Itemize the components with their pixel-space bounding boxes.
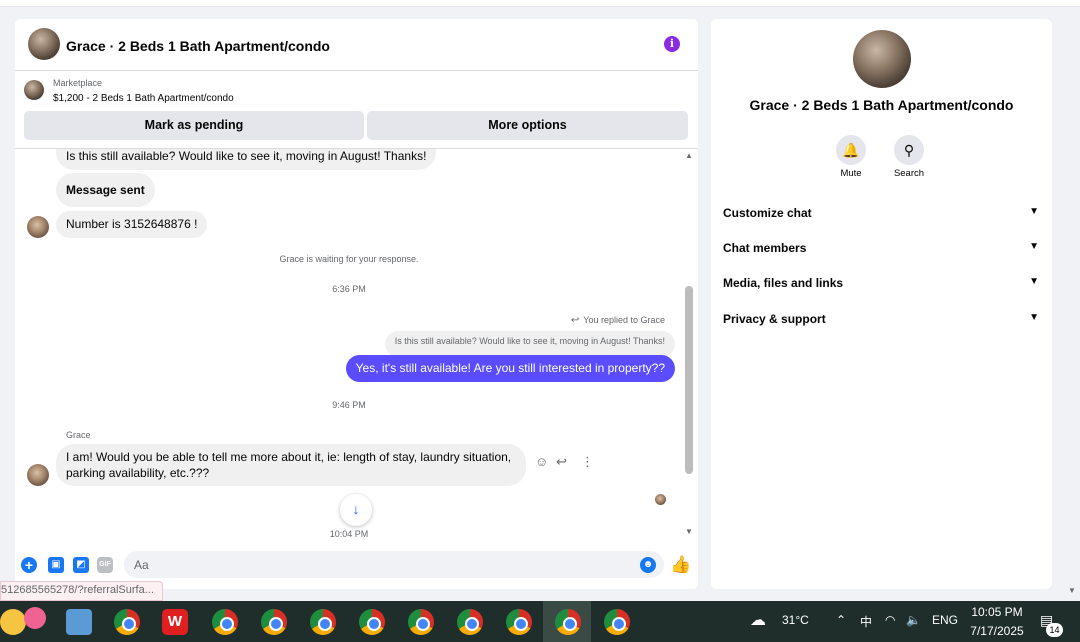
- clock-date: 7/17/2025: [970, 624, 1024, 638]
- notification-badge: 14: [1046, 623, 1063, 637]
- react-icon[interactable]: ☺: [535, 454, 548, 469]
- chat-title[interactable]: Grace · 2 Beds 1 Bath Apartment/condo: [66, 38, 330, 54]
- chrome-icon[interactable]: [408, 609, 434, 635]
- replied-label: ↩ You replied to Grace: [571, 315, 665, 326]
- search-icon[interactable]: ⚲: [894, 135, 924, 165]
- message-input[interactable]: Aa: [124, 551, 664, 578]
- scroll-down-button[interactable]: ↓: [340, 494, 372, 526]
- scroll-up-arrow[interactable]: ▲: [685, 151, 693, 160]
- chevron-up-icon[interactable]: ⌃: [836, 613, 846, 627]
- taskbar: W ☁ 31°C ⌃ 中 ◠ 🔈 ENG: [0, 601, 1080, 642]
- replied-text: You replied to Grace: [583, 315, 665, 325]
- quoted-message[interactable]: Is this still available? Would like to s…: [384, 331, 675, 357]
- chevron-down-icon: ▼: [1029, 312, 1039, 323]
- reply-icon: ↩: [570, 315, 580, 326]
- bell-icon[interactable]: 🔔: [836, 135, 866, 165]
- waiting-status: Grace is waiting for your response.: [279, 254, 419, 264]
- thumbs-up-icon[interactable]: 👍: [670, 555, 691, 575]
- language-indicator[interactable]: ENG: [932, 613, 958, 627]
- mute-label[interactable]: Mute: [821, 168, 881, 179]
- section-label: Media, files and links: [723, 276, 844, 290]
- section-label: Chat members: [723, 241, 807, 255]
- listing-thumbnail[interactable]: [28, 28, 60, 60]
- emoji-icon[interactable]: ☻: [640, 557, 656, 573]
- listing-photo[interactable]: [853, 30, 911, 88]
- timestamp: 9:46 PM: [332, 400, 366, 410]
- chrome-icon[interactable]: [261, 609, 287, 635]
- message-bubble[interactable]: Number is 3152648876 !: [56, 211, 208, 238]
- message-thread[interactable]: Is this still available? Would like to s…: [15, 149, 698, 539]
- marketplace-label: Marketplace: [53, 78, 103, 88]
- more-options-button[interactable]: More options: [367, 111, 688, 140]
- emoji-app-icon[interactable]: [0, 609, 26, 635]
- system-clock[interactable]: 10:05 PM 7/17/2025: [963, 603, 1031, 641]
- chrome-icon[interactable]: [310, 609, 336, 635]
- timestamp: 6:36 PM: [332, 284, 366, 294]
- plus-icon[interactable]: +: [21, 557, 37, 573]
- marketplace-thumbnail[interactable]: [24, 80, 44, 100]
- message-bubble[interactable]: Message sent: [56, 173, 155, 207]
- weather-icon[interactable]: ☁: [750, 610, 766, 630]
- info-icon[interactable]: i: [664, 36, 680, 52]
- chat-panel: Grace · 2 Beds 1 Bath Apartment/condo i …: [15, 19, 698, 589]
- browser-top-strip: [0, 0, 1080, 7]
- section-label: Customize chat: [723, 206, 812, 220]
- page-scroll-down-arrow[interactable]: ▼: [1068, 586, 1076, 595]
- message-bubble[interactable]: I am! Would you be able to tell me more …: [56, 444, 526, 486]
- reply-icon[interactable]: ↩: [556, 454, 567, 470]
- app-icon[interactable]: [66, 609, 92, 635]
- temperature[interactable]: 31°C: [782, 613, 809, 627]
- wps-icon[interactable]: W: [162, 609, 188, 635]
- chevron-down-icon: ▼: [1029, 276, 1039, 287]
- timestamp: 10:04 PM: [329, 529, 369, 539]
- ime-icon[interactable]: 中: [860, 613, 872, 630]
- clock-time: 10:05 PM: [971, 605, 1023, 619]
- mark-as-pending-button[interactable]: Mark as pending: [24, 111, 364, 140]
- section-privacy-support[interactable]: Privacy & support ▼: [723, 312, 1039, 326]
- chat-details-panel: Grace · 2 Beds 1 Bath Apartment/condo 🔔 …: [711, 19, 1052, 589]
- chrome-icon[interactable]: [212, 609, 238, 635]
- avatar[interactable]: [27, 464, 49, 486]
- photo-icon[interactable]: ▣: [48, 557, 64, 573]
- chevron-down-icon: ▼: [1029, 241, 1039, 252]
- section-customize-chat[interactable]: Customize chat ▼: [723, 206, 1039, 220]
- sender-name: Grace: [66, 430, 91, 440]
- scroll-down-arrow[interactable]: ▼: [685, 527, 693, 536]
- emoji-app-icon[interactable]: [24, 607, 46, 629]
- chrome-icon[interactable]: [506, 609, 532, 635]
- sticker-icon[interactable]: ◩: [73, 557, 89, 573]
- section-media-files-links[interactable]: Media, files and links ▼: [723, 276, 1039, 290]
- seen-avatar: [655, 494, 666, 505]
- status-bar-url: 512685565278/?referralSurfa...: [0, 581, 163, 601]
- scrollbar-thumb[interactable]: [685, 286, 693, 474]
- more-icon[interactable]: ⋮: [581, 454, 594, 470]
- chrome-icon[interactable]: [555, 609, 581, 635]
- thread-scrollbar[interactable]: ▲ ▼: [685, 151, 693, 536]
- side-title[interactable]: Grace · 2 Beds 1 Bath Apartment/condo: [711, 97, 1052, 113]
- section-label: Privacy & support: [723, 312, 826, 326]
- volume-icon[interactable]: 🔈: [906, 613, 921, 627]
- chrome-icon[interactable]: [114, 609, 140, 635]
- chrome-icon[interactable]: [604, 609, 630, 635]
- chrome-icon[interactable]: [359, 609, 385, 635]
- gif-icon[interactable]: GIF: [97, 557, 113, 573]
- chat-header: Grace · 2 Beds 1 Bath Apartment/condo i: [15, 19, 698, 71]
- section-chat-members[interactable]: Chat members ▼: [723, 241, 1039, 255]
- chrome-icon[interactable]: [457, 609, 483, 635]
- outgoing-message[interactable]: Yes, it's still available! Are you still…: [345, 355, 675, 382]
- message-bubble[interactable]: Is this still available? Would like to s…: [56, 149, 437, 170]
- listing-price-title[interactable]: $1,200 - 2 Beds 1 Bath Apartment/condo: [53, 93, 234, 104]
- search-label[interactable]: Search: [879, 168, 939, 179]
- wifi-icon[interactable]: ◠: [885, 613, 895, 627]
- avatar[interactable]: [27, 216, 49, 238]
- chevron-down-icon: ▼: [1029, 206, 1039, 217]
